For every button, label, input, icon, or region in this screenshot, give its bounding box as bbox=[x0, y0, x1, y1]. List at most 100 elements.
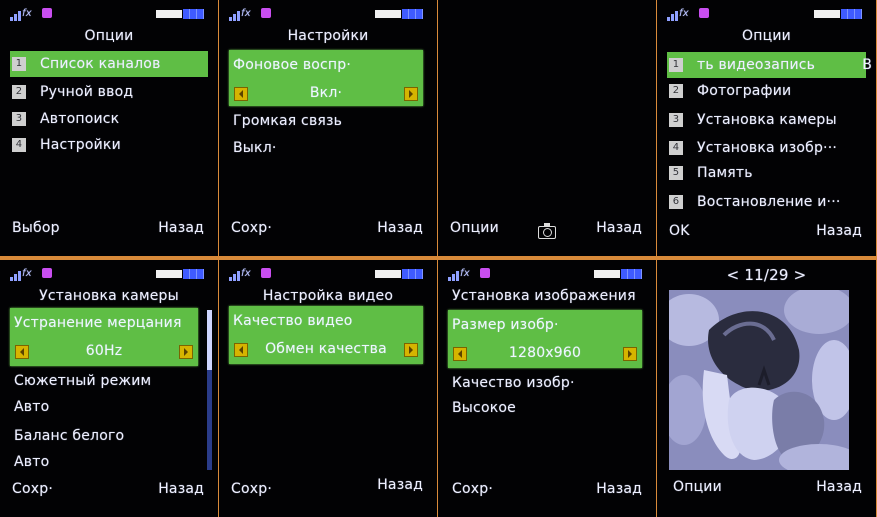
option-value: Авто bbox=[14, 454, 50, 470]
arrow-right-icon[interactable] bbox=[404, 343, 418, 357]
softkey-right[interactable]: Назад bbox=[596, 220, 642, 236]
photo-counter[interactable]: < 11/29 > bbox=[657, 266, 876, 284]
selected-option[interactable]: Качество видео Обмен качества bbox=[229, 306, 423, 364]
selected-option[interactable]: Фоновое воспр· Вкл· bbox=[229, 50, 423, 106]
softkey-left[interactable]: Опции bbox=[450, 220, 499, 236]
softkey-left[interactable]: Сохр· bbox=[452, 481, 493, 497]
battery-icon bbox=[156, 9, 204, 19]
option-value: Вкл· bbox=[309, 85, 343, 101]
signal-icon: fx bbox=[229, 268, 257, 281]
selected-option[interactable]: Устранение мерцания 60Hz bbox=[10, 308, 198, 366]
option-value: 1280x960 bbox=[508, 345, 582, 361]
softkey-left[interactable]: Выбор bbox=[12, 220, 60, 236]
item-number: 2 bbox=[669, 84, 683, 98]
item-label: Память bbox=[697, 165, 753, 181]
status-bar: fx bbox=[229, 267, 423, 281]
option-label: Устранение мерцания bbox=[14, 315, 182, 331]
arrow-right-icon[interactable] bbox=[404, 87, 418, 101]
softkey-left[interactable]: Опции bbox=[673, 479, 722, 495]
screen-video-settings: fx Настройка видео Качество видео Обмен … bbox=[219, 260, 437, 517]
item-number: 5 bbox=[669, 166, 683, 180]
battery-icon bbox=[375, 9, 423, 19]
camera-icon[interactable] bbox=[538, 223, 556, 239]
option-value: Высокое bbox=[452, 400, 516, 416]
softkey-right[interactable]: Назад bbox=[158, 220, 204, 236]
softkey-left[interactable]: Сохр· bbox=[231, 481, 272, 497]
message-icon bbox=[699, 8, 709, 18]
status-bar: fx bbox=[448, 267, 642, 281]
peppers-image bbox=[669, 290, 849, 470]
item-label: Установка камеры bbox=[697, 112, 837, 128]
screen-title: Настройка видео bbox=[262, 288, 394, 304]
option-value: Обмен качества bbox=[265, 341, 387, 357]
option-value: 60Hz bbox=[85, 343, 123, 359]
option-label: Фоновое воспр· bbox=[233, 57, 352, 73]
selected-option[interactable]: Размер изобр· 1280x960 bbox=[448, 310, 642, 368]
item-number: 6 bbox=[669, 195, 683, 209]
item-label: Настройки bbox=[40, 137, 121, 153]
option-label[interactable]: Баланс белого bbox=[14, 428, 124, 444]
status-bar: fx bbox=[10, 267, 204, 281]
message-icon bbox=[42, 8, 52, 18]
screen-title: Опции bbox=[742, 28, 791, 44]
softkey-right[interactable]: Назад bbox=[158, 481, 204, 497]
list-item[interactable]: 2 Фотографии bbox=[669, 83, 791, 99]
status-bar: fx bbox=[229, 7, 423, 21]
screen-camera-options: fx Опции 1 ть видеозапись В 2 Фотографии 3… bbox=[657, 0, 876, 256]
message-icon bbox=[261, 268, 271, 278]
option-value: Выкл· bbox=[233, 140, 277, 156]
item-number: 3 bbox=[12, 112, 26, 126]
option-label[interactable]: Качество изобр· bbox=[452, 375, 575, 391]
item-label: Установка изобр··· bbox=[697, 140, 837, 156]
screen-tv-options: fx Опции 1 Список каналов 2 Ручной ввод 3А… bbox=[0, 0, 218, 256]
item-number: 1 bbox=[12, 57, 26, 71]
battery-icon bbox=[375, 269, 423, 279]
list-item[interactable]: 1 Список каналов bbox=[12, 56, 161, 72]
message-icon bbox=[261, 8, 271, 18]
status-bar: fx bbox=[10, 7, 204, 21]
item-label: Список каналов bbox=[40, 56, 161, 72]
softkey-left[interactable]: Сохр· bbox=[12, 481, 53, 497]
list-item[interactable]: 5 Память bbox=[669, 165, 753, 181]
scrollbar[interactable] bbox=[207, 310, 212, 470]
item-label: Востановление и··· bbox=[697, 194, 841, 210]
item-number: 4 bbox=[669, 141, 683, 155]
screen-image-settings: fx Установка изображения Размер изобр· 1… bbox=[438, 260, 656, 517]
list-item[interactable]: 4 Установка изобр··· bbox=[669, 140, 837, 156]
softkey-right[interactable]: Назад bbox=[816, 223, 862, 239]
option-label: Размер изобр· bbox=[452, 317, 559, 333]
scrollbar-thumb[interactable] bbox=[207, 310, 212, 370]
arrow-right-icon[interactable] bbox=[623, 347, 637, 361]
arrow-right-icon[interactable] bbox=[179, 345, 193, 359]
screen-settings: fx Настройки Фоновое воспр· Вкл· Громкая… bbox=[219, 0, 437, 256]
message-icon bbox=[480, 268, 490, 278]
softkey-right[interactable]: Назад bbox=[377, 477, 423, 493]
softkey-left[interactable]: Сохр· bbox=[231, 220, 272, 236]
option-value: Авто bbox=[14, 399, 50, 415]
item-number: 2 bbox=[12, 85, 26, 99]
item-label: ть видеозапись bbox=[697, 57, 816, 73]
list-item[interactable]: 6 Востановление и··· bbox=[669, 194, 841, 210]
softkey-left[interactable]: OK bbox=[669, 223, 690, 239]
item-label: Ручной ввод bbox=[40, 84, 134, 100]
screen-photo-viewer: < 11/29 > Опции Назад bbox=[657, 260, 876, 517]
list-item[interactable]: 1 ть видеозапись bbox=[669, 57, 815, 73]
softkey-right[interactable]: Назад bbox=[816, 479, 862, 495]
signal-icon: fx bbox=[10, 8, 38, 21]
message-icon bbox=[42, 268, 52, 278]
list-item[interactable]: 4 Настройки bbox=[12, 137, 121, 153]
screen-camera-viewfinder: Опции Назад bbox=[438, 0, 656, 256]
softkey-right[interactable]: Назад bbox=[377, 220, 423, 236]
list-item[interactable]: 3 Автопоиск bbox=[12, 111, 119, 127]
signal-icon: fx bbox=[229, 8, 257, 21]
option-label[interactable]: Сюжетный режим bbox=[14, 373, 151, 389]
list-item[interactable]: 3 Установка камеры bbox=[669, 112, 837, 128]
option-label: Качество видео bbox=[233, 313, 353, 329]
item-number: 1 bbox=[669, 58, 683, 72]
softkey-right[interactable]: Назад bbox=[596, 481, 642, 497]
battery-icon bbox=[156, 269, 204, 279]
photo-preview[interactable] bbox=[669, 290, 849, 470]
option-label[interactable]: Громкая связь bbox=[233, 113, 342, 129]
battery-icon bbox=[594, 269, 642, 279]
list-item[interactable]: 2 Ручной ввод bbox=[12, 84, 133, 100]
